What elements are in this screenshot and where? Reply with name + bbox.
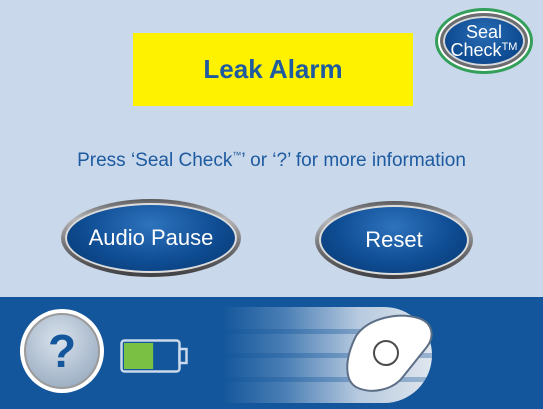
leak-alarm-screen: Leak Alarm Seal CheckTM Press ‘Seal Chec… [0, 0, 543, 409]
reset-button-face[interactable]: Reset [319, 205, 469, 275]
seal-check-trademark: TM [501, 41, 518, 53]
question-mark-icon[interactable]: ? [24, 313, 100, 389]
help-button[interactable]: ? [20, 309, 104, 393]
reset-button[interactable]: Reset [315, 201, 473, 279]
audio-pause-label: Audio Pause [88, 225, 214, 250]
audio-pause-button[interactable]: Audio Pause [61, 199, 241, 277]
reset-label: Reset [365, 227, 423, 252]
seal-check-label-line1: Seal [465, 22, 503, 42]
bottom-bar: ? [0, 297, 543, 409]
unlock-slider-icon[interactable] [342, 312, 434, 394]
battery-terminal [178, 347, 188, 365]
help-label: ? [47, 325, 77, 377]
seal-check-button[interactable]: Seal CheckTM [435, 8, 533, 74]
slider-handle-circle-icon [373, 340, 399, 366]
alarm-panel: Leak Alarm Seal CheckTM Press ‘Seal Chec… [0, 0, 543, 297]
audio-pause-button-face[interactable]: Audio Pause [65, 203, 237, 273]
instruction-text: Press ‘Seal Check™’ or ‘?’ for more info… [0, 150, 543, 172]
instruction-text-part1: Press ‘Seal Check [77, 150, 233, 171]
instruction-text-part2: ’ or ‘?’ for more information [241, 150, 466, 171]
leak-alarm-banner: Leak Alarm [133, 33, 413, 106]
seal-check-label-line2: CheckTM [450, 40, 518, 60]
leak-alarm-title: Leak Alarm [203, 54, 343, 84]
seal-check-button-face[interactable]: Seal CheckTM [440, 13, 528, 69]
battery-level-fill [124, 343, 154, 369]
battery-icon [120, 339, 188, 373]
instruction-trademark: ™ [232, 150, 242, 160]
